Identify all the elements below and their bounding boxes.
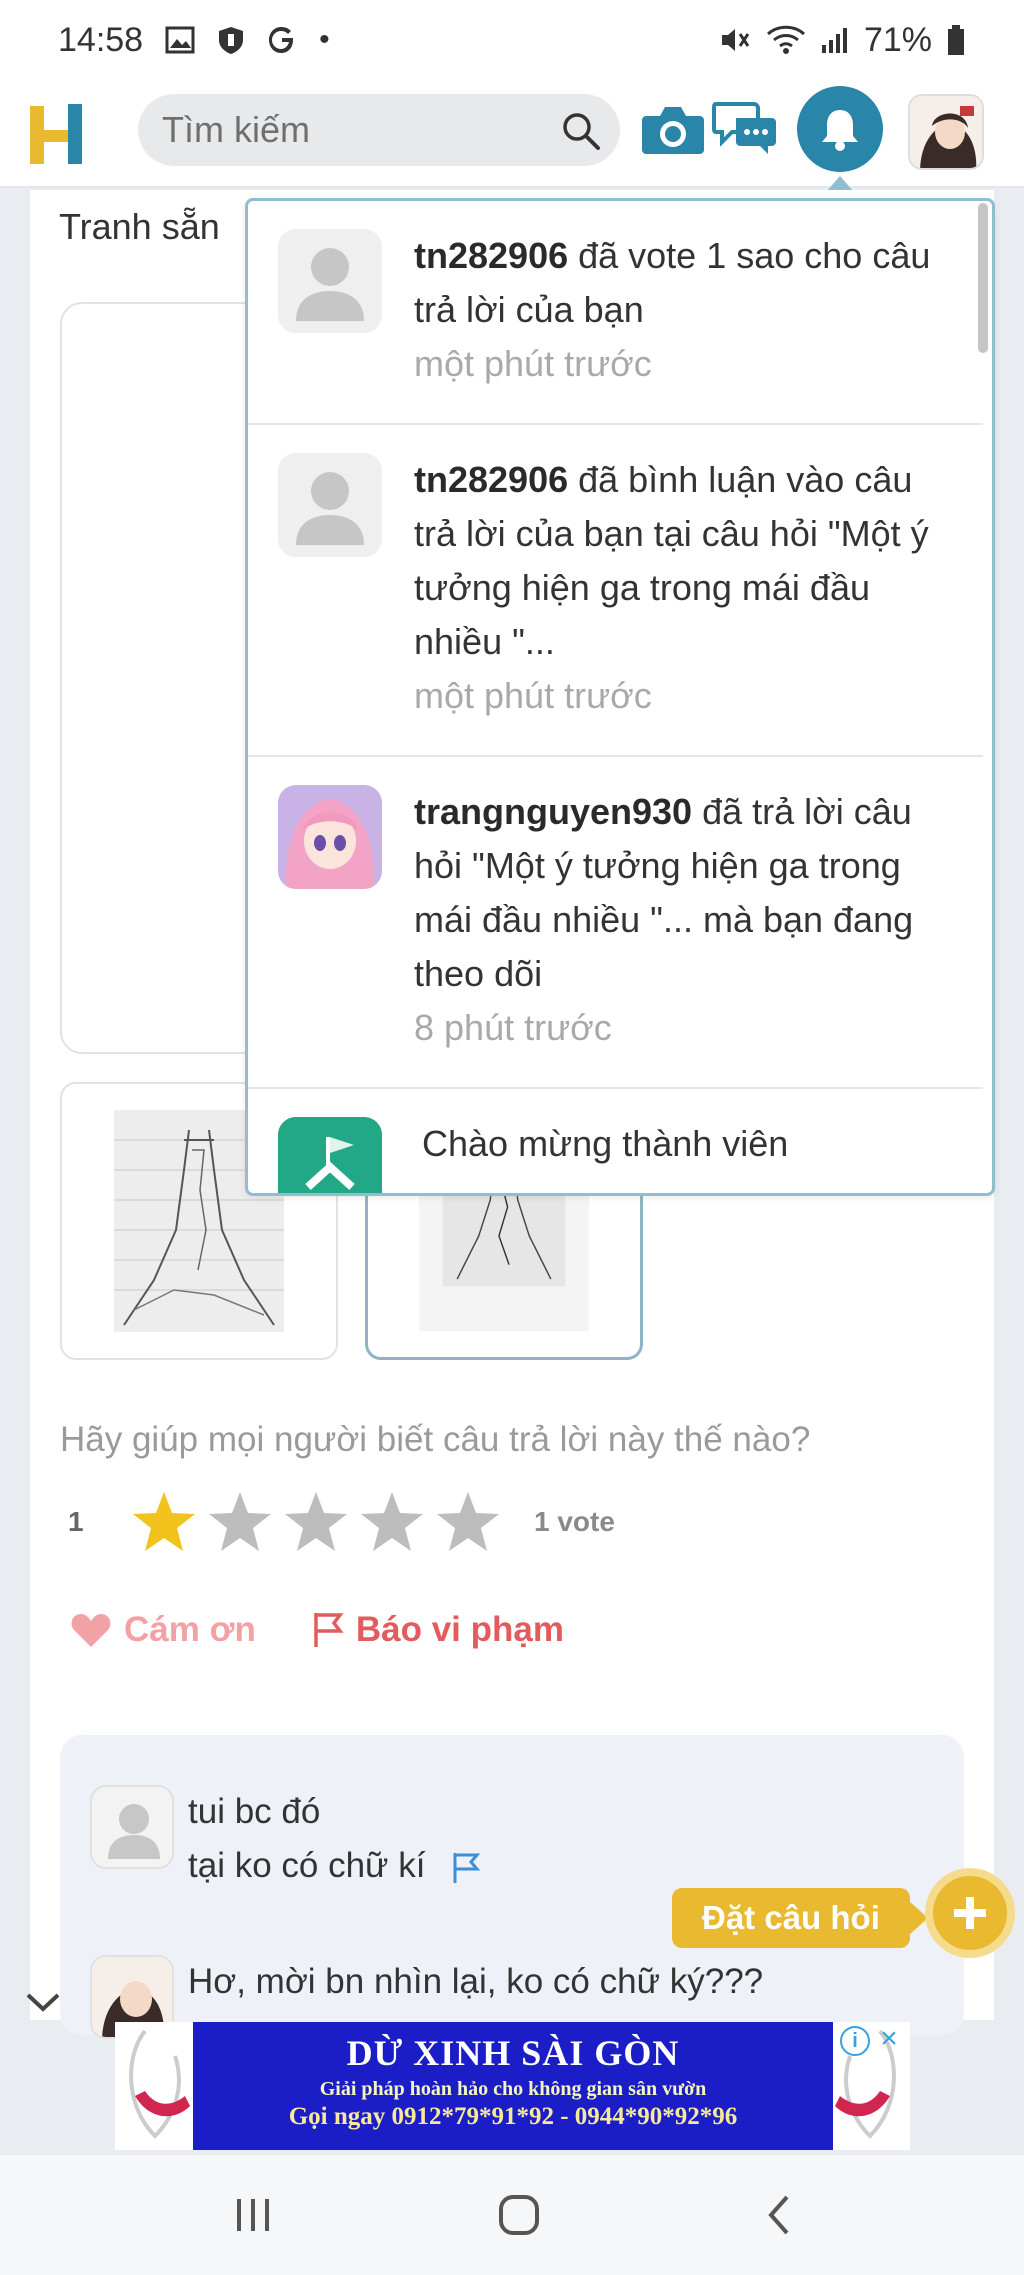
battery-icon <box>948 25 964 55</box>
search-icon[interactable] <box>560 110 602 152</box>
ad-info-icon[interactable]: i <box>840 2026 870 2056</box>
rating-value: 1 <box>68 1506 84 1537</box>
ad-phone: Gọi ngay 0912*79*91*92 - 0944*90*92*96 <box>288 2103 738 2130</box>
avatar-image <box>910 96 982 168</box>
answer-text-snippet: Tranh sẵn <box>59 206 220 247</box>
notification-message: Chào mừng thành viên <box>422 1123 789 1164</box>
recent-apps-icon[interactable] <box>231 2195 275 2235</box>
status-time: 14:58 <box>58 20 144 59</box>
notification-text: Chào mừng thành viên <box>422 1117 962 1171</box>
search-input[interactable] <box>162 109 542 151</box>
comment-item: tui bc đó tại ko có chữ kí <box>90 1785 481 1893</box>
rating-prompt: Hãy giúp mọi người biết câu trả lời này … <box>60 1420 811 1459</box>
camera-icon[interactable] <box>640 100 706 158</box>
notification-user: tn282906 <box>414 459 569 500</box>
status-bar: 14:58 • 71% <box>0 0 1024 80</box>
flag-icon <box>314 1613 344 1647</box>
ask-question-button[interactable] <box>925 1868 1015 1958</box>
home-icon[interactable] <box>497 2193 541 2237</box>
plus-icon <box>954 1897 986 1929</box>
ad-subtitle: Giải pháp hoàn hảo cho không gian sân vư… <box>319 2078 707 2100</box>
thanks-label: Cám ơn <box>124 1610 256 1649</box>
star-icon[interactable] <box>206 1488 274 1556</box>
ad-title: DỪ XINH SÀI GÒN <box>346 2033 680 2073</box>
notification-time: 8 phút trước <box>414 1007 612 1048</box>
notification-text: tn282906 đã bình luận vào câu trả lời củ… <box>414 453 954 723</box>
app-header <box>0 80 1024 192</box>
notifications-button[interactable] <box>797 86 883 172</box>
battery-percent: 71% <box>863 20 932 59</box>
comments-section: tui bc đó tại ko có chữ kí Hơ, mời bn nh… <box>60 1735 964 2039</box>
ask-question-label[interactable]: Đặt câu hỏi <box>672 1888 928 1948</box>
back-icon[interactable] <box>763 2193 793 2237</box>
star-icon-filled[interactable] <box>130 1488 198 1556</box>
notification-text: tn282906 đã vote 1 sao cho câu trả lời c… <box>414 229 954 391</box>
thanks-button[interactable]: Cám ơn <box>70 1610 256 1650</box>
dot-icon: • <box>319 23 330 56</box>
notification-user: trangnguyen930 <box>414 791 693 832</box>
report-label: Báo vi phạm <box>355 1610 564 1649</box>
notification-avatar <box>278 785 382 889</box>
search-bar[interactable] <box>138 94 620 166</box>
shield-icon <box>219 27 244 54</box>
ad-banner[interactable]: DỪ XINH SÀI GÒN Giải pháp hoàn hảo cho k… <box>115 2022 910 2150</box>
notification-user: tn282906 <box>414 235 569 276</box>
bell-icon <box>822 110 858 151</box>
comment-line: tại ko có chữ kí <box>188 1846 426 1885</box>
star-icon[interactable] <box>434 1488 502 1556</box>
notification-time: một phút trước <box>414 675 652 716</box>
notifications-dropdown: tn282906 đã vote 1 sao cho câu trả lời c… <box>245 198 995 1196</box>
anime-avatar-image <box>278 785 382 889</box>
notification-time: một phút trước <box>414 343 652 384</box>
rating-row: 1 1 vote <box>68 1488 615 1556</box>
report-flag-icon[interactable] <box>451 1851 481 1885</box>
answer-actions: Cám ơn Báo vi phạm <box>70 1610 564 1650</box>
hoc247-logo[interactable] <box>28 102 88 166</box>
welcome-flag-icon <box>278 1117 382 1193</box>
chat-icon[interactable] <box>712 98 778 158</box>
notification-item[interactable]: trangnguyen930 đã trả lời câu hỏi "Một ý… <box>248 757 983 1089</box>
ad-content[interactable]: DỪ XINH SÀI GÒN Giải pháp hoàn hảo cho k… <box>193 2022 833 2150</box>
notification-item[interactable]: Chào mừng thành viên <box>248 1089 983 1193</box>
comment-line: tui bc đó <box>188 1792 321 1831</box>
notification-avatar <box>278 453 382 557</box>
default-avatar-icon <box>278 229 382 333</box>
notification-text: trangnguyen930 đã trả lời câu hỏi "Một ý… <box>414 785 954 1055</box>
default-avatar-icon <box>108 1804 160 1859</box>
notification-avatar <box>278 229 382 333</box>
default-avatar-icon <box>278 453 382 557</box>
chevron-down-icon[interactable] <box>22 1985 64 2021</box>
heart-icon <box>71 1614 111 1647</box>
google-icon <box>269 27 294 53</box>
comment-line: Hơ, mời bn nhìn lại, ko có chữ ký??? <box>188 1962 764 2001</box>
notification-item[interactable]: tn282906 đã bình luận vào câu trả lời củ… <box>248 425 983 757</box>
star-icon[interactable] <box>282 1488 350 1556</box>
vote-count: 1 vote <box>534 1506 615 1537</box>
wifi-icon <box>766 25 805 54</box>
mute-icon <box>721 29 750 51</box>
system-nav-bar <box>0 2155 1024 2275</box>
notification-avatar <box>278 1117 382 1193</box>
report-button[interactable]: Báo vi phạm <box>312 1610 564 1650</box>
user-avatar[interactable] <box>908 94 984 170</box>
hammock-chair-image <box>129 2029 190 2139</box>
ad-close-icon[interactable]: × <box>874 2024 904 2056</box>
star-icon[interactable] <box>358 1488 426 1556</box>
gallery-icon <box>165 26 195 54</box>
comment-avatar[interactable] <box>90 1785 174 1869</box>
notification-item[interactable]: tn282906 đã vote 1 sao cho câu trả lời c… <box>248 201 983 425</box>
signal-icon <box>821 28 847 53</box>
